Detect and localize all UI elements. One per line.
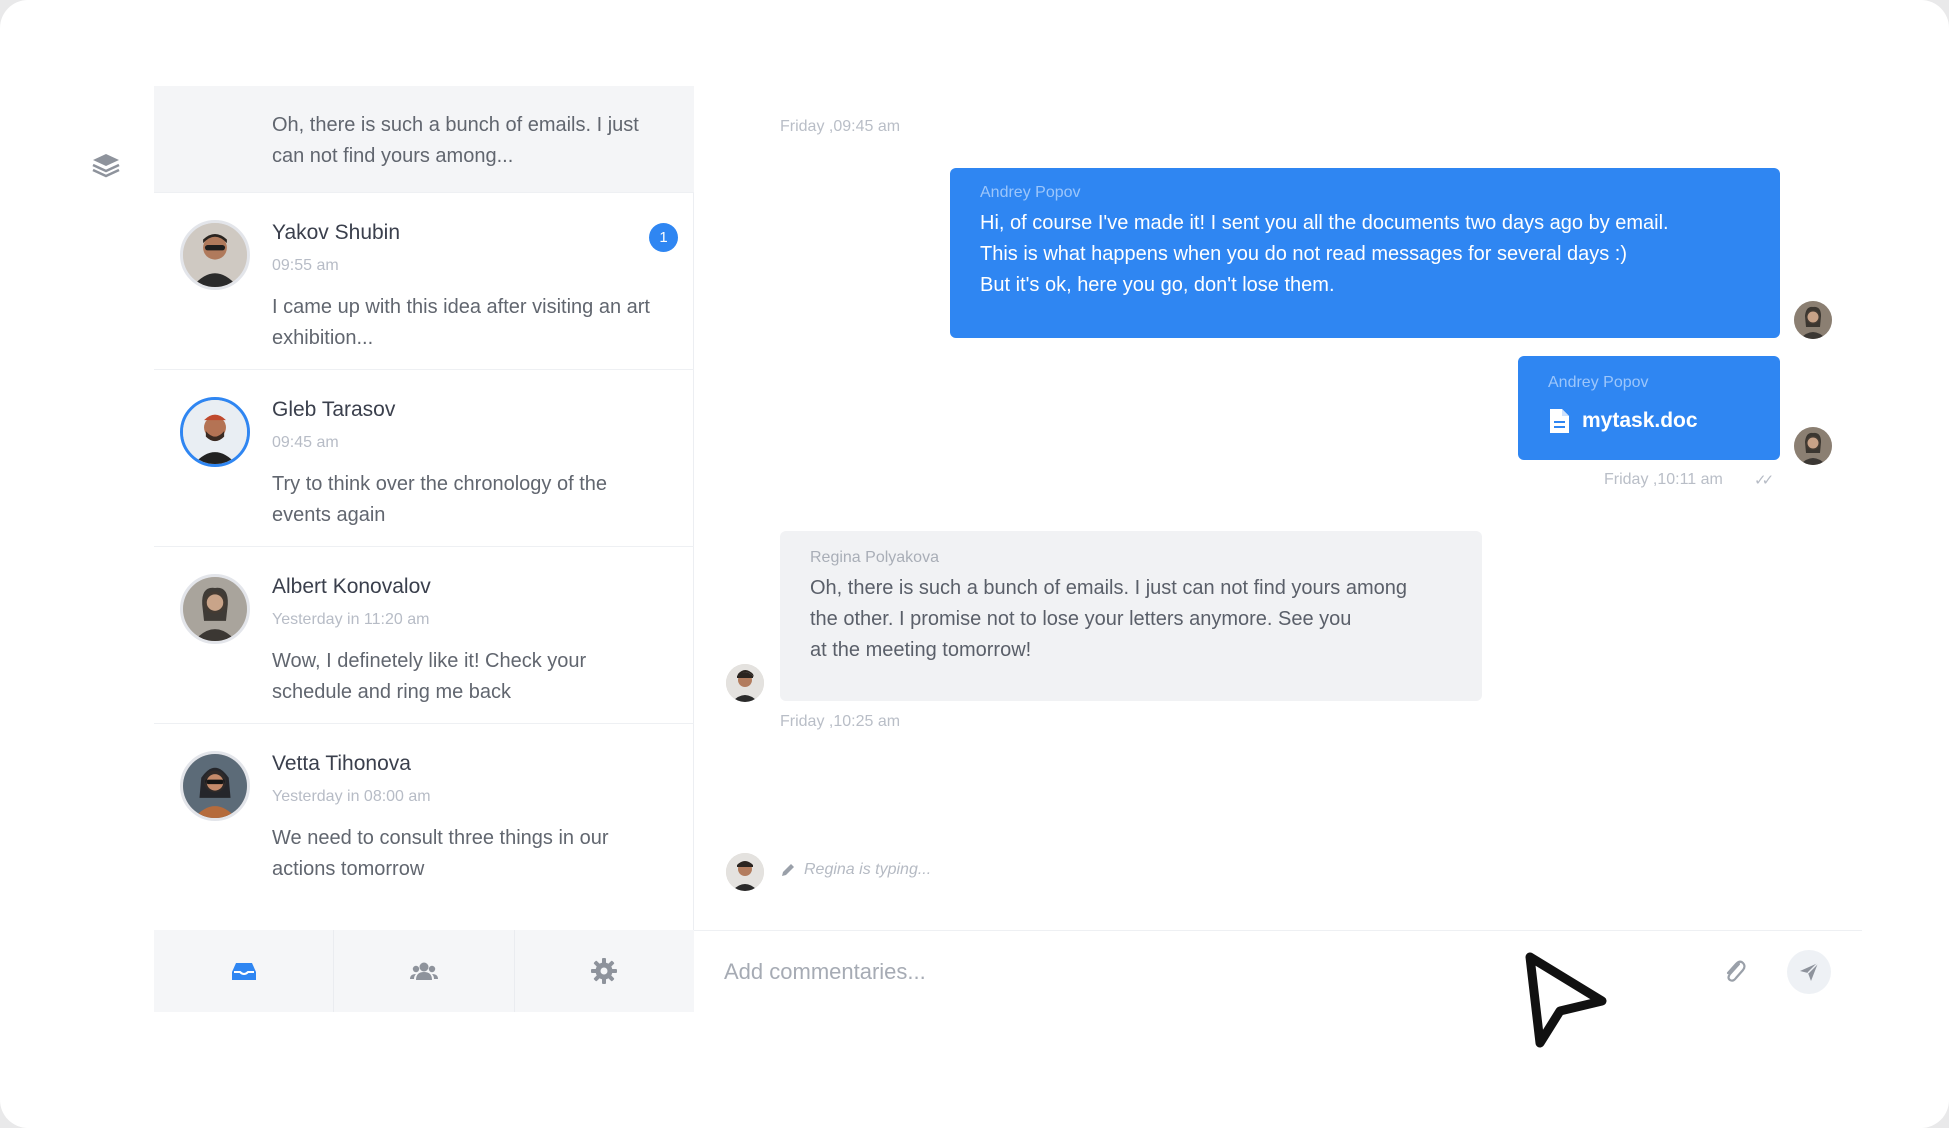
outgoing-file-message[interactable]: Andrey Popov mytask.doc xyxy=(1518,356,1780,460)
avatar xyxy=(180,574,250,644)
document-icon xyxy=(1550,409,1569,433)
contacts-panel: Oh, there is such a bunch of emails. I j… xyxy=(154,86,694,1012)
avatar xyxy=(1794,427,1832,465)
message-timestamp: Friday ,09:45 am xyxy=(780,118,901,135)
contact-item[interactable]: Vetta Tihonova Yesterday in 08:00 am We … xyxy=(154,724,694,901)
avatar xyxy=(1794,301,1832,339)
contact-item[interactable]: Albert Konovalov Yesterday in 11:20 am W… xyxy=(154,547,694,724)
contact-time: 09:45 am xyxy=(272,434,339,451)
contact-message-preview: We need to consult three things in our a… xyxy=(272,827,609,880)
avatar xyxy=(726,853,764,891)
message-sender: Regina Polyakova xyxy=(810,549,939,566)
contact-name: Albert Konovalov xyxy=(272,575,431,598)
contact-time: Yesterday in 11:20 am xyxy=(272,611,430,628)
contact-item[interactable]: Gleb Tarasov 09:45 am Try to think over … xyxy=(154,370,694,547)
contact-message-preview: Wow, I definetely like it! Check your sc… xyxy=(272,650,587,703)
file-name: mytask.doc xyxy=(1582,409,1698,432)
contact-message-preview: Oh, there is such a bunch of emails. I j… xyxy=(272,114,639,167)
message-timestamp: Friday ,10:25 am xyxy=(780,713,901,730)
tab-inbox[interactable] xyxy=(154,930,335,1012)
contact-name: Yakov Shubin xyxy=(272,221,401,244)
tab-settings[interactable] xyxy=(515,930,694,1012)
app-window: Oh, there is such a bunch of emails. I j… xyxy=(0,0,1949,1128)
send-icon xyxy=(1800,962,1819,981)
contact-name: Vetta Tihonova xyxy=(272,752,411,775)
contact-time: 09:55 am xyxy=(272,257,339,274)
typing-indicator: Regina is typing... xyxy=(780,861,931,879)
message-input[interactable] xyxy=(724,951,1424,993)
outgoing-message: Andrey Popov Hi, of course I've made it!… xyxy=(950,168,1780,338)
read-receipt-icon: ✓✓ xyxy=(1754,472,1774,489)
pencil-icon xyxy=(782,864,794,876)
contacts-tab-bar xyxy=(154,930,694,1012)
contact-item[interactable]: Yakov Shubin 09:55 am I came up with thi… xyxy=(154,193,694,370)
attach-button[interactable] xyxy=(1718,955,1752,989)
contact-time: Yesterday in 08:00 am xyxy=(272,788,431,805)
gear-icon xyxy=(591,958,618,984)
contact-message-preview: Try to think over the chronology of the … xyxy=(272,473,607,526)
message-text: Oh, there is such a bunch of emails. I j… xyxy=(810,577,1407,661)
layers-icon[interactable] xyxy=(90,150,126,190)
incoming-message: Regina Polyakova Oh, there is such a bun… xyxy=(780,531,1482,701)
message-text: Hi, of course I've made it! I sent you a… xyxy=(980,212,1669,296)
group-icon xyxy=(409,962,438,980)
avatar xyxy=(180,751,250,821)
mouse-cursor-icon xyxy=(1525,952,1607,1048)
avatar xyxy=(726,664,764,702)
message-sender: Andrey Popov xyxy=(980,184,1081,201)
avatar xyxy=(180,220,250,290)
message-timestamp: Friday ,10:11 am xyxy=(1604,471,1723,488)
send-button[interactable] xyxy=(1787,950,1831,994)
contact-item[interactable]: Oh, there is such a bunch of emails. I j… xyxy=(154,86,694,193)
contact-name: Gleb Tarasov xyxy=(272,398,396,421)
chat-panel: Friday ,09:45 am Andrey Popov Hi, of cou… xyxy=(694,111,1862,1012)
inbox-icon xyxy=(231,963,256,980)
message-composer xyxy=(694,930,1862,1012)
contact-message-preview: I came up with this idea after visiting … xyxy=(272,296,650,349)
message-sender: Andrey Popov xyxy=(1548,374,1649,391)
paperclip-icon xyxy=(1726,960,1746,982)
file-attachment[interactable]: mytask.doc xyxy=(1548,408,1698,434)
unread-badge: 1 xyxy=(649,223,678,252)
tab-contacts[interactable] xyxy=(334,930,515,1012)
typing-text: Regina is typing... xyxy=(804,861,932,878)
avatar xyxy=(180,397,250,467)
